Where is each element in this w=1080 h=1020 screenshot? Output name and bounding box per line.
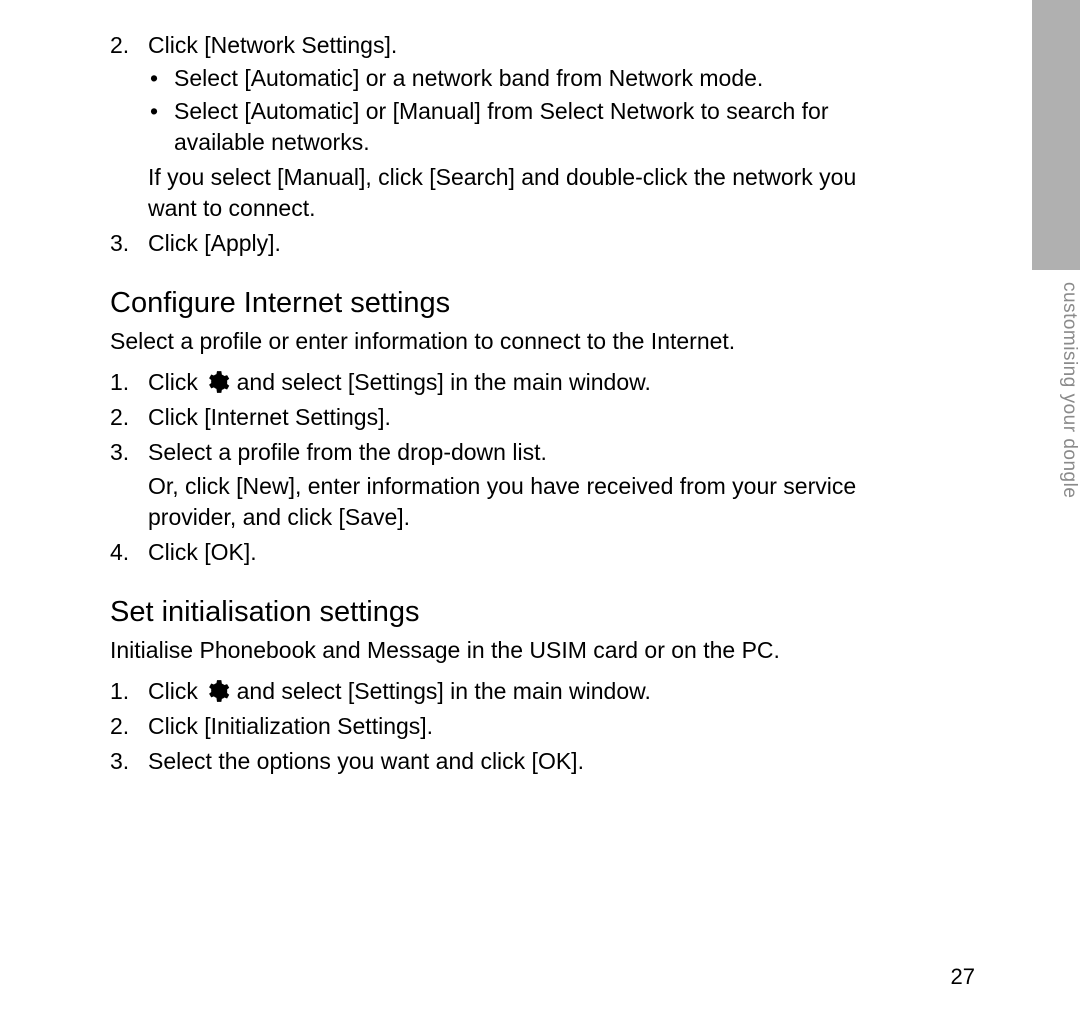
page-number: 27 xyxy=(951,964,975,990)
page-content: Click [Network Settings]. Select [Automa… xyxy=(0,0,980,777)
configure-steps-list: Click and select [Settings] in the main … xyxy=(110,367,890,567)
step-text: Click [Network Settings]. xyxy=(148,32,397,58)
list-item: Click [Initialization Settings]. xyxy=(110,711,890,742)
step-suffix: and select [Settings] in the main window… xyxy=(230,369,651,395)
section-intro: Select a profile or enter information to… xyxy=(110,326,890,357)
list-item: Click [Apply]. xyxy=(110,228,890,259)
bullet-list: Select [Automatic] or a network band fro… xyxy=(148,63,890,158)
sub-text: Or, click [New], enter information you h… xyxy=(148,471,890,533)
list-item: Click and select [Settings] in the main … xyxy=(110,676,890,707)
list-item: Click [OK]. xyxy=(110,537,890,568)
step-suffix: and select [Settings] in the main window… xyxy=(230,678,651,704)
list-item: Click [Network Settings]. Select [Automa… xyxy=(110,30,890,224)
sub-text: If you select [Manual], click [Search] a… xyxy=(148,162,890,224)
step-text: Select a profile from the drop-down list… xyxy=(148,439,547,465)
list-item: Click [Internet Settings]. xyxy=(110,402,890,433)
gear-icon xyxy=(204,369,230,395)
list-item: Select the options you want and click [O… xyxy=(110,746,890,777)
top-numbered-list: Click [Network Settings]. Select [Automa… xyxy=(110,30,890,259)
side-tab-label: customising your dongle xyxy=(1032,282,1080,562)
section-intro: Initialise Phonebook and Message in the … xyxy=(110,635,890,666)
step-prefix: Click xyxy=(148,369,204,395)
bullet-item: Select [Automatic] or a network band fro… xyxy=(148,63,890,94)
step-prefix: Click xyxy=(148,678,204,704)
section-heading-initialisation: Set initialisation settings xyxy=(110,596,890,629)
list-item: Click and select [Settings] in the main … xyxy=(110,367,890,398)
side-tab-gray-block xyxy=(1032,0,1080,270)
bullet-item: Select [Automatic] or [Manual] from Sele… xyxy=(148,96,890,158)
initialisation-steps-list: Click and select [Settings] in the main … xyxy=(110,676,890,777)
gear-icon xyxy=(204,678,230,704)
side-tab: customising your dongle xyxy=(1032,0,1080,560)
list-item: Select a profile from the drop-down list… xyxy=(110,437,890,532)
section-heading-configure: Configure Internet settings xyxy=(110,287,890,320)
